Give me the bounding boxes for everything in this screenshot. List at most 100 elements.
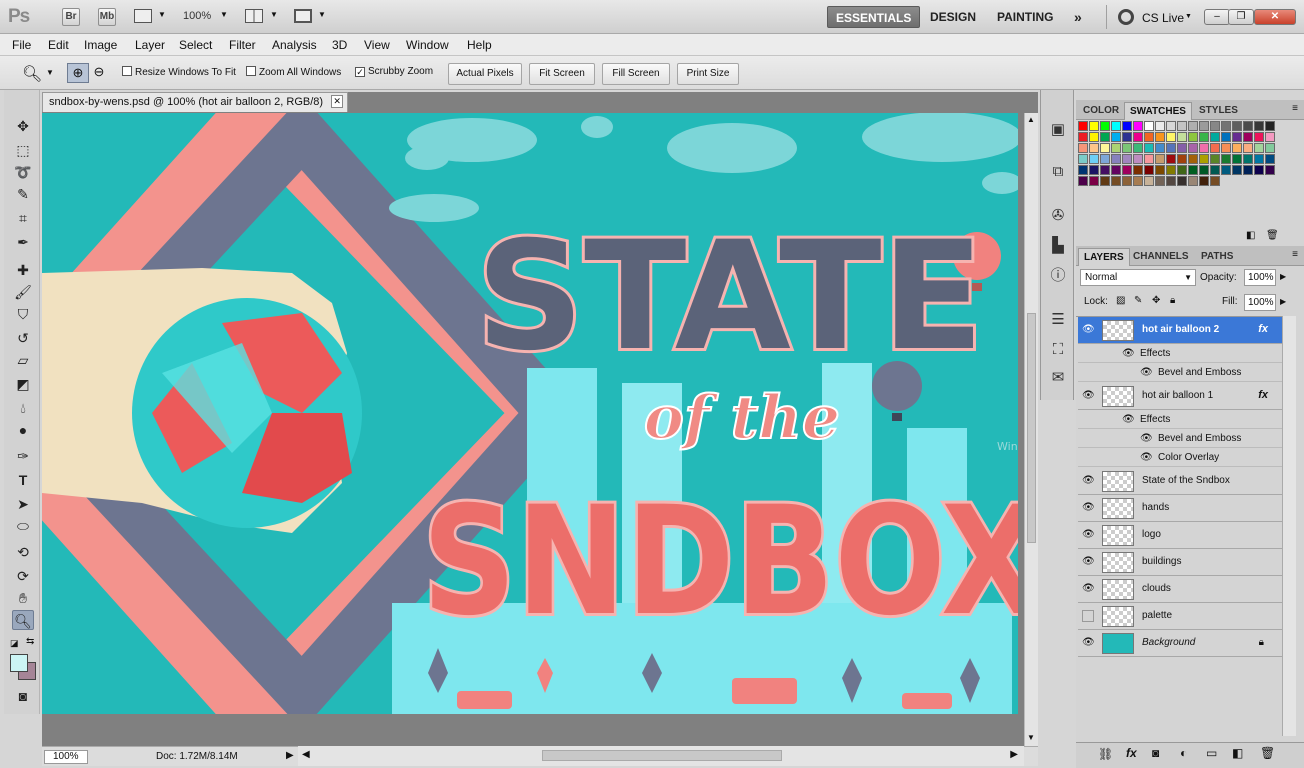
workspace-painting[interactable]: PAINTING <box>989 6 1061 28</box>
layer-row[interactable]: 👁︎ hot air balloon 2 fx <box>1078 317 1282 344</box>
swatch-grid[interactable] <box>1078 121 1284 217</box>
swatch[interactable] <box>1243 132 1253 142</box>
tab-paths[interactable]: PATHS <box>1196 248 1238 266</box>
blend-mode-select[interactable]: Normal ▼ <box>1080 269 1196 286</box>
marquee-tool-icon[interactable]: ⬚ <box>12 140 34 160</box>
swatch[interactable] <box>1265 154 1275 164</box>
menu-select[interactable]: Select <box>179 38 212 52</box>
effect-row[interactable]: 👁︎ Color Overlay <box>1078 448 1282 467</box>
swatch[interactable] <box>1221 165 1231 175</box>
swatch[interactable] <box>1100 154 1110 164</box>
visibility-eye-icon[interactable]: 👁︎ <box>1082 325 1096 335</box>
swatch[interactable] <box>1210 154 1220 164</box>
eraser-tool-icon[interactable]: ▱ <box>12 350 34 370</box>
swatch[interactable] <box>1100 165 1110 175</box>
swatch[interactable] <box>1100 132 1110 142</box>
layer-row[interactable]: 👁︎ buildings <box>1078 549 1282 576</box>
swatch[interactable] <box>1089 176 1099 186</box>
close-document-icon[interactable]: ✕ <box>331 95 344 108</box>
swatch[interactable] <box>1188 132 1198 142</box>
artwork-canvas[interactable]: STATE of the SNDBOX Window Snip <box>42 113 1018 714</box>
swatch[interactable] <box>1133 132 1143 142</box>
swatch[interactable] <box>1166 165 1176 175</box>
chevron-down-icon[interactable]: ▼ <box>318 10 326 19</box>
vertical-scrollbar[interactable]: ▲ ▼ <box>1024 113 1038 746</box>
zoom-in-icon[interactable]: ⊕ <box>67 63 89 83</box>
swatch[interactable] <box>1078 143 1088 153</box>
history-brush-tool-icon[interactable]: ↺ <box>12 328 34 348</box>
swatch[interactable] <box>1100 176 1110 186</box>
swatch[interactable] <box>1133 143 1143 153</box>
mini-bridge-icon[interactable]: ▣ <box>1048 120 1068 140</box>
swatch[interactable] <box>1078 154 1088 164</box>
swatch[interactable] <box>1232 154 1242 164</box>
swatch[interactable] <box>1199 154 1209 164</box>
paint-bucket-tool-icon[interactable]: ◩ <box>12 374 34 394</box>
fill-field[interactable]: 100% <box>1244 294 1276 311</box>
print-size-button[interactable]: Print Size <box>677 63 739 85</box>
close-window-button[interactable]: ✕ <box>1254 9 1296 25</box>
more-workspaces-icon[interactable]: » <box>1066 6 1090 28</box>
menu-edit[interactable]: Edit <box>48 38 69 52</box>
effects-row[interactable]: 👁︎ Effects <box>1078 344 1282 363</box>
notes-icon[interactable]: ✉ <box>1048 368 1068 388</box>
menu-image[interactable]: Image <box>84 38 117 52</box>
minimize-button[interactable]: – <box>1204 9 1230 25</box>
resize-windows-checkbox[interactable]: Resize Windows To Fit <box>122 66 236 78</box>
swatch[interactable] <box>1177 165 1187 175</box>
foreground-color-swatch[interactable] <box>10 654 28 672</box>
layer-row[interactable]: 👁︎ logo <box>1078 522 1282 549</box>
menu-analysis[interactable]: Analysis <box>272 38 317 52</box>
swatch[interactable] <box>1188 143 1198 153</box>
visibility-eye-icon[interactable]: 👁︎ <box>1082 584 1096 594</box>
layer-effects-icon[interactable]: fx <box>1258 389 1268 401</box>
document-size-info[interactable]: Doc: 1.72M/8.14M <box>156 751 238 762</box>
swatch[interactable] <box>1122 154 1132 164</box>
visibility-eye-icon[interactable]: 👁︎ <box>1082 638 1096 648</box>
menu-view[interactable]: View <box>364 38 390 52</box>
visibility-eye-icon[interactable]: 👁︎ <box>1082 503 1096 513</box>
blur-tool-icon[interactable]: 💧︎ <box>12 398 34 418</box>
swatch[interactable] <box>1133 165 1143 175</box>
zoom-out-icon[interactable]: ⊖ <box>90 63 108 83</box>
eyedropper-tool-icon[interactable]: ✒ <box>12 232 34 252</box>
swatch[interactable] <box>1078 165 1088 175</box>
swatch[interactable] <box>1122 165 1132 175</box>
menu-file[interactable]: File <box>12 38 31 52</box>
opacity-arrow-icon[interactable]: ▶ <box>1280 272 1286 281</box>
pen-tool-icon[interactable]: ✑ <box>12 446 34 466</box>
swatch[interactable] <box>1111 154 1121 164</box>
swatch[interactable] <box>1111 143 1121 153</box>
swatch[interactable] <box>1265 143 1275 153</box>
swatch[interactable] <box>1210 121 1220 131</box>
swatch[interactable] <box>1265 165 1275 175</box>
menu-3d[interactable]: 3D <box>332 38 347 52</box>
swatch[interactable] <box>1144 154 1154 164</box>
swatch[interactable] <box>1254 132 1264 142</box>
swatch[interactable] <box>1166 121 1176 131</box>
move-tool-icon[interactable]: ✥ <box>12 116 34 136</box>
tab-swatches[interactable]: SWATCHES <box>1124 102 1192 120</box>
layer-effects-icon[interactable]: fx <box>1258 323 1268 335</box>
mini-bridge-button[interactable]: Mb <box>98 8 116 26</box>
visibility-toggle-off[interactable] <box>1082 610 1094 622</box>
swatch[interactable] <box>1210 143 1220 153</box>
swatch[interactable] <box>1144 143 1154 153</box>
clone-source-icon[interactable]: ⛶ <box>1048 340 1068 360</box>
fit-screen-button[interactable]: Fit Screen <box>529 63 595 85</box>
swatch[interactable] <box>1199 121 1209 131</box>
swatch[interactable] <box>1155 143 1165 153</box>
swatch[interactable] <box>1188 154 1198 164</box>
swatch[interactable] <box>1188 165 1198 175</box>
visibility-eye-icon[interactable]: 👁︎ <box>1140 433 1153 444</box>
swatch[interactable] <box>1144 165 1154 175</box>
vertical-scroll-thumb[interactable] <box>1027 313 1036 543</box>
visibility-eye-icon[interactable]: 👁︎ <box>1082 391 1096 401</box>
swatch[interactable] <box>1133 176 1143 186</box>
swatch[interactable] <box>1078 121 1088 131</box>
swatch[interactable] <box>1166 176 1176 186</box>
opacity-field[interactable]: 100% <box>1244 269 1276 286</box>
swatch[interactable] <box>1177 143 1187 153</box>
swatch[interactable] <box>1221 143 1231 153</box>
lock-position-icon[interactable]: ✥ <box>1152 295 1160 306</box>
